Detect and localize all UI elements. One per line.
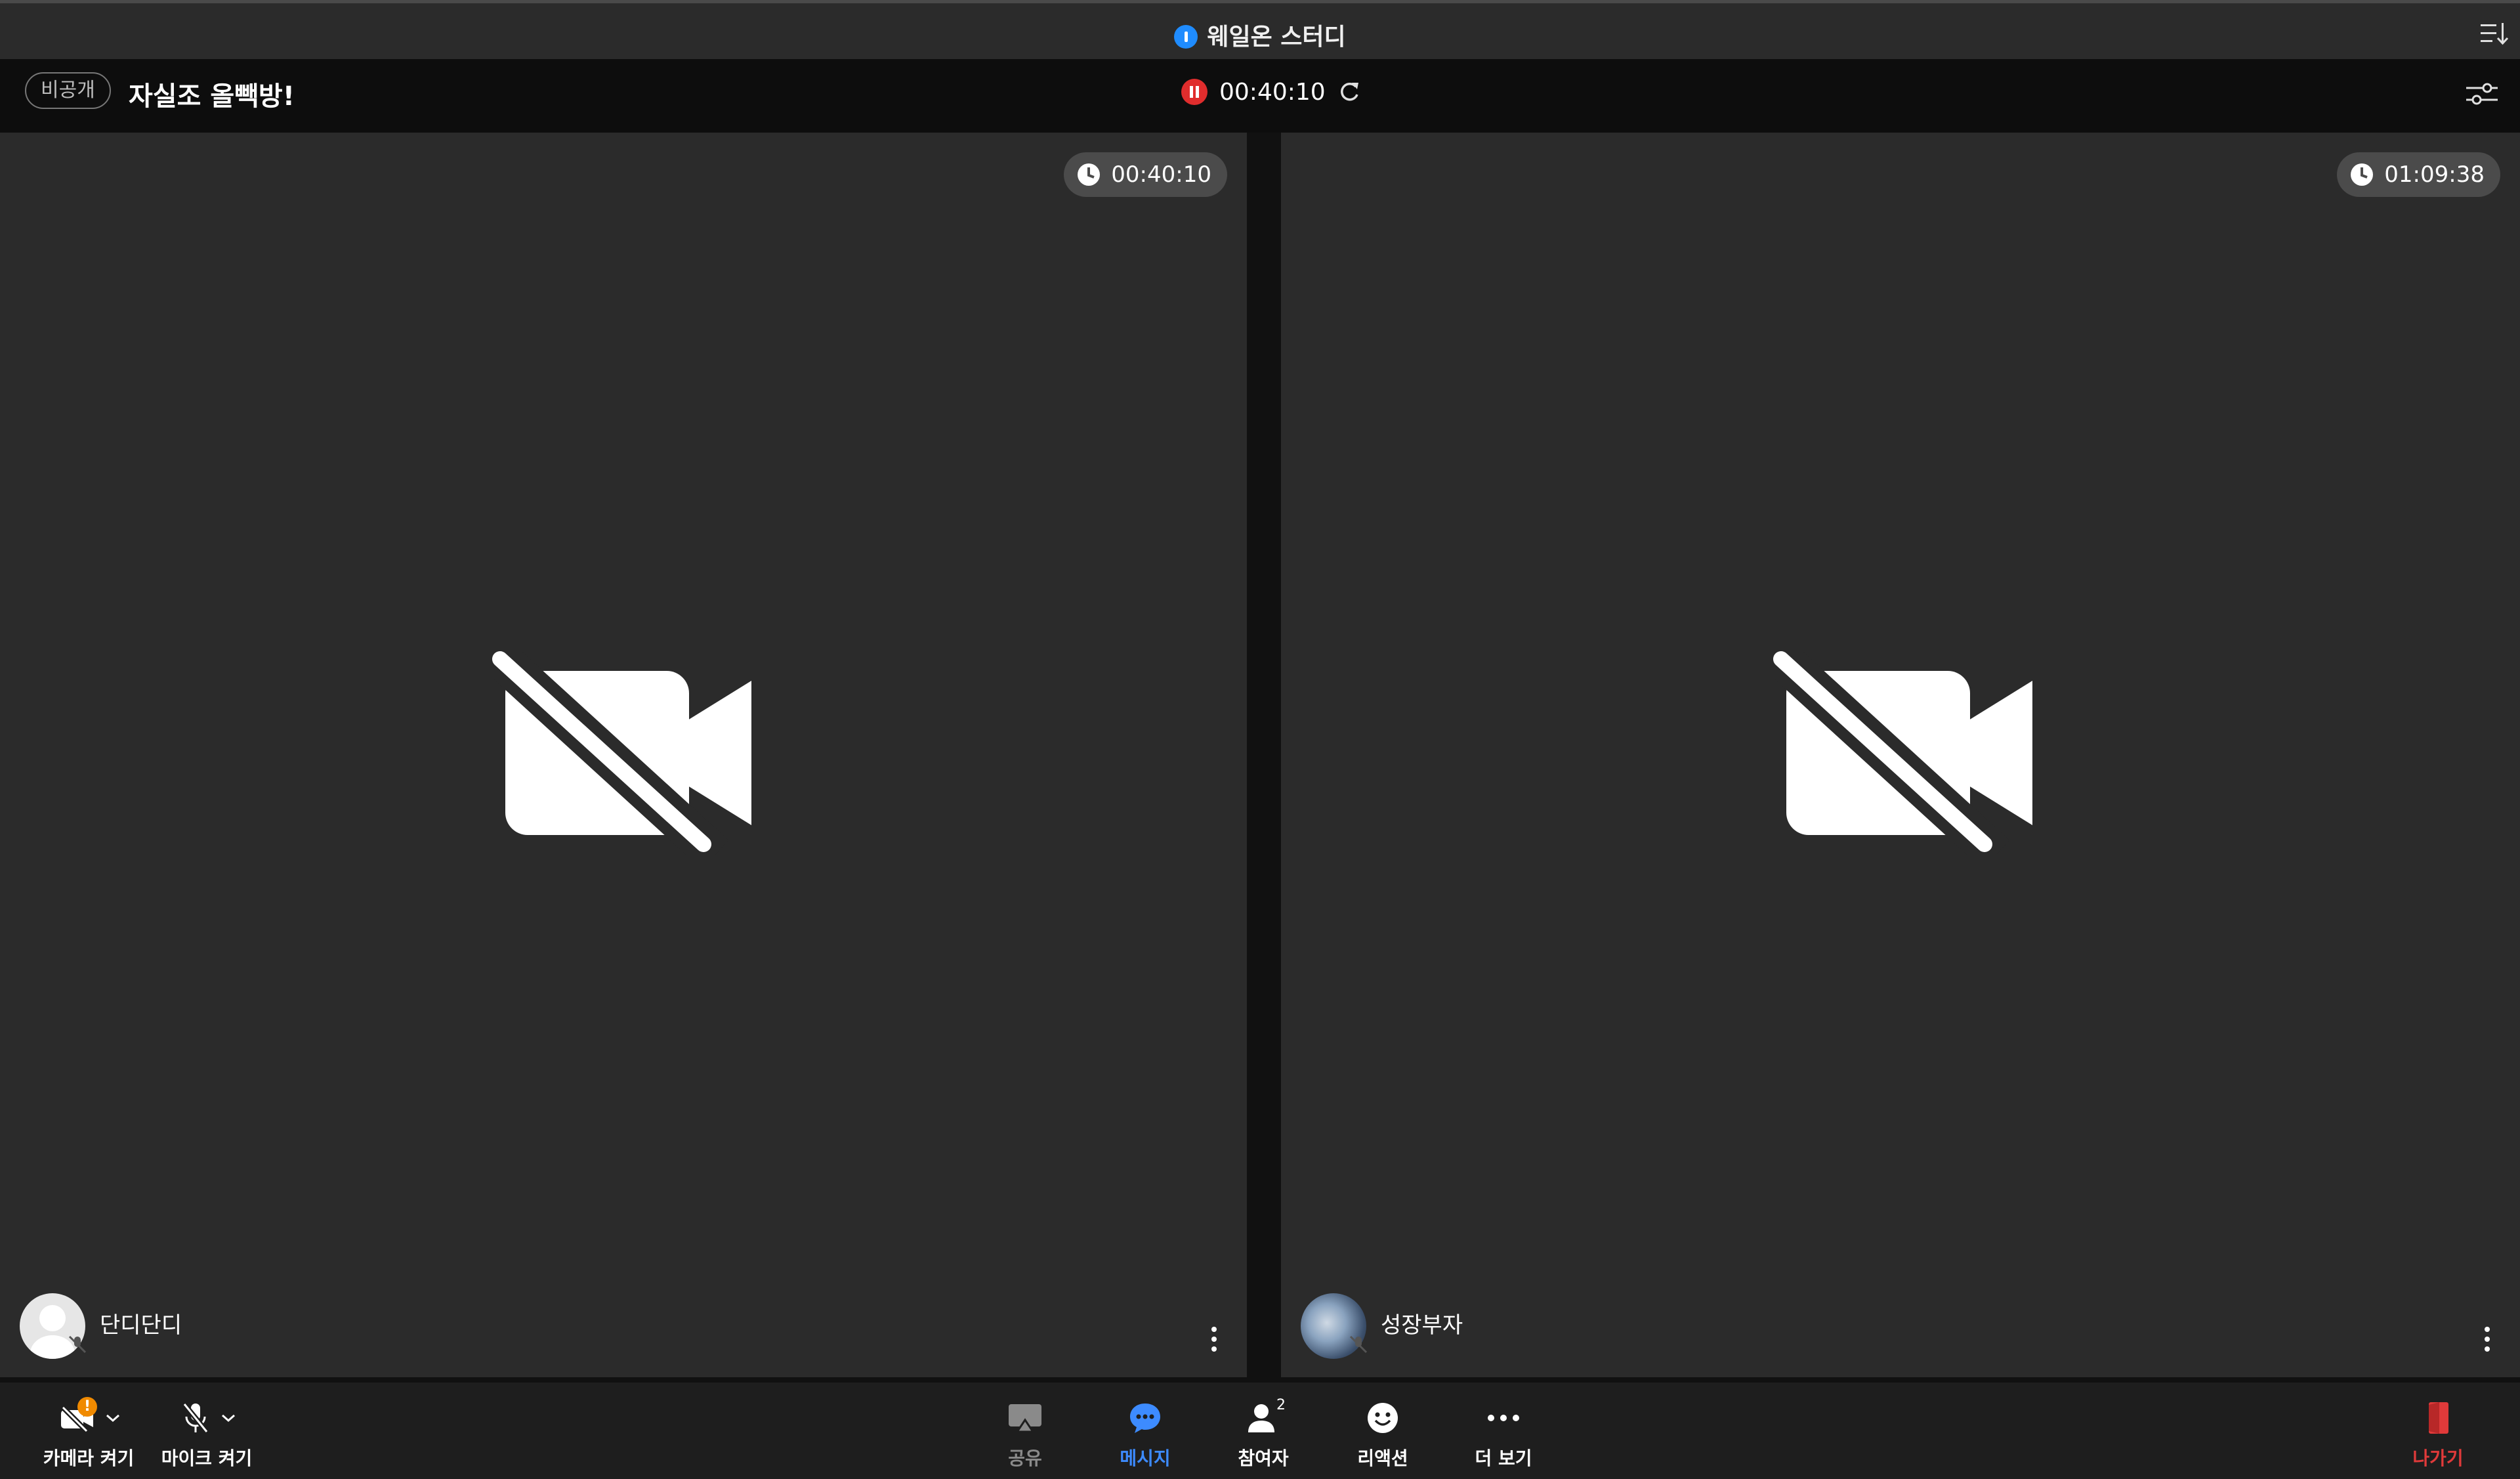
clock-icon [1078,163,1101,186]
reaction-label: 리액션 [1357,1447,1408,1469]
participant-name: 성장부자 [1381,1312,1463,1339]
chevron-down-icon[interactable] [105,1413,121,1423]
leave-button[interactable]: 나가기 [2402,1394,2474,1470]
window-title-bar: 웨일온 스터디 [0,0,2520,59]
participant-timer: 00:40:10 [1064,152,1227,197]
smiley-icon [1368,1403,1398,1433]
participants-label: 참여자 [1238,1447,1289,1469]
chevron-down-icon[interactable] [220,1413,236,1423]
mic-toggle-label: 마이크 켜기 [161,1447,253,1469]
room-name: 자실조 올빽방! [129,81,295,112]
reaction-button[interactable]: 리액션 [1350,1394,1416,1470]
message-button[interactable]: 메시지 [1112,1394,1178,1470]
recording-time: 00:40:10 [1219,78,1326,106]
camera-toggle-button[interactable]: ! 카메라 켜기 [39,1394,138,1470]
privacy-badge: 비공개 [25,72,111,109]
participant-timer-text: 00:40:10 [1111,161,1211,188]
camera-toggle-label: 카메라 켜기 [43,1447,135,1469]
mic-muted-icon [1349,1335,1368,1354]
participants-count: 2 [1276,1397,1286,1413]
screen-share-icon [1009,1404,1041,1433]
window-title-text: 웨일온 스터디 [1207,24,1346,51]
share-button[interactable]: 공유 [992,1394,1058,1470]
more-button[interactable]: 더 보기 [1467,1394,1540,1470]
share-label: 공유 [1008,1447,1042,1469]
window-title: 웨일온 스터디 [0,18,2520,52]
mic-muted-icon [181,1402,210,1434]
leave-label: 나가기 [2412,1447,2464,1469]
video-tile-participant-2[interactable]: 01:09:38 성장부자 [1281,133,2520,1377]
camera-warning-badge: ! [77,1397,97,1417]
more-label: 더 보기 [1475,1447,1532,1469]
exit-door-icon [2429,1402,2448,1434]
mic-muted-icon [68,1335,87,1354]
sort-icon[interactable] [2479,20,2510,47]
more-horizontal-icon [1488,1415,1519,1421]
settings-sliders-icon[interactable] [2464,77,2500,110]
more-vertical-icon[interactable] [1210,1325,1218,1354]
clock-icon [2351,163,2374,186]
meeting-toolbar: ! 카메라 켜기 마이크 켜기 공유 메시지 2 참여자 리액션 더 보기 나가… [0,1383,2520,1479]
chat-bubble-icon [1130,1404,1160,1433]
more-vertical-icon[interactable] [2483,1325,2491,1354]
person-icon [1248,1404,1274,1432]
info-icon [1174,25,1198,49]
participant-name: 단디단디 [100,1312,182,1339]
camera-off-icon [492,651,751,855]
participants-button[interactable]: 2 참여자 [1230,1394,1296,1470]
pause-recording-button[interactable] [1181,79,1208,105]
meeting-header: 비공개 자실조 올빽방! 00:40:10 [0,59,2520,133]
participant-timer-text: 01:09:38 [2384,161,2485,188]
message-label: 메시지 [1120,1447,1171,1469]
camera-off-icon [1773,651,2032,855]
refresh-icon[interactable] [1336,79,1362,105]
participant-timer: 01:09:38 [2337,152,2500,197]
recording-status: 00:40:10 [1181,76,1362,108]
video-tile-participant-1[interactable]: 00:40:10 단디단디 [0,133,1247,1377]
mic-toggle-button[interactable]: 마이크 켜기 [158,1394,256,1470]
